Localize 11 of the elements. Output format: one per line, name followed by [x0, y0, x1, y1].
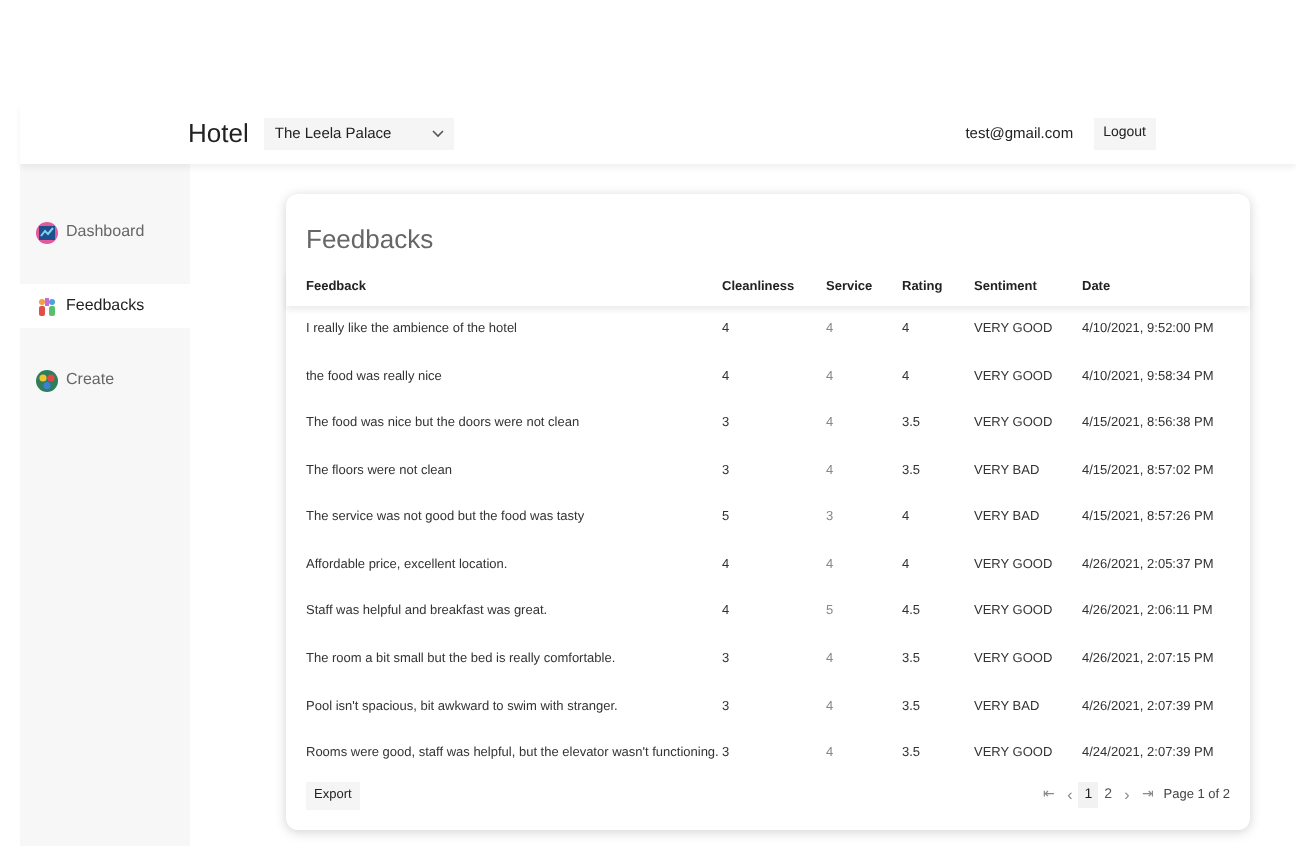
sidebar-item[interactable]: Create: [20, 358, 190, 402]
feedback-people-icon: [36, 295, 58, 317]
sidebar-item[interactable]: Dashboard: [20, 210, 190, 254]
next-page-button[interactable]: ›: [1118, 783, 1136, 808]
create-palette-icon: [36, 369, 58, 391]
app-title: Hotel: [188, 116, 249, 153]
previous-page-button[interactable]: ‹: [1061, 783, 1079, 808]
dashboard-icon: [36, 221, 58, 243]
chevron-down-icon: [432, 130, 445, 138]
card-title: Feedbacks: [304, 222, 436, 258]
sidebar-item[interactable]: Feedbacks: [20, 284, 190, 328]
